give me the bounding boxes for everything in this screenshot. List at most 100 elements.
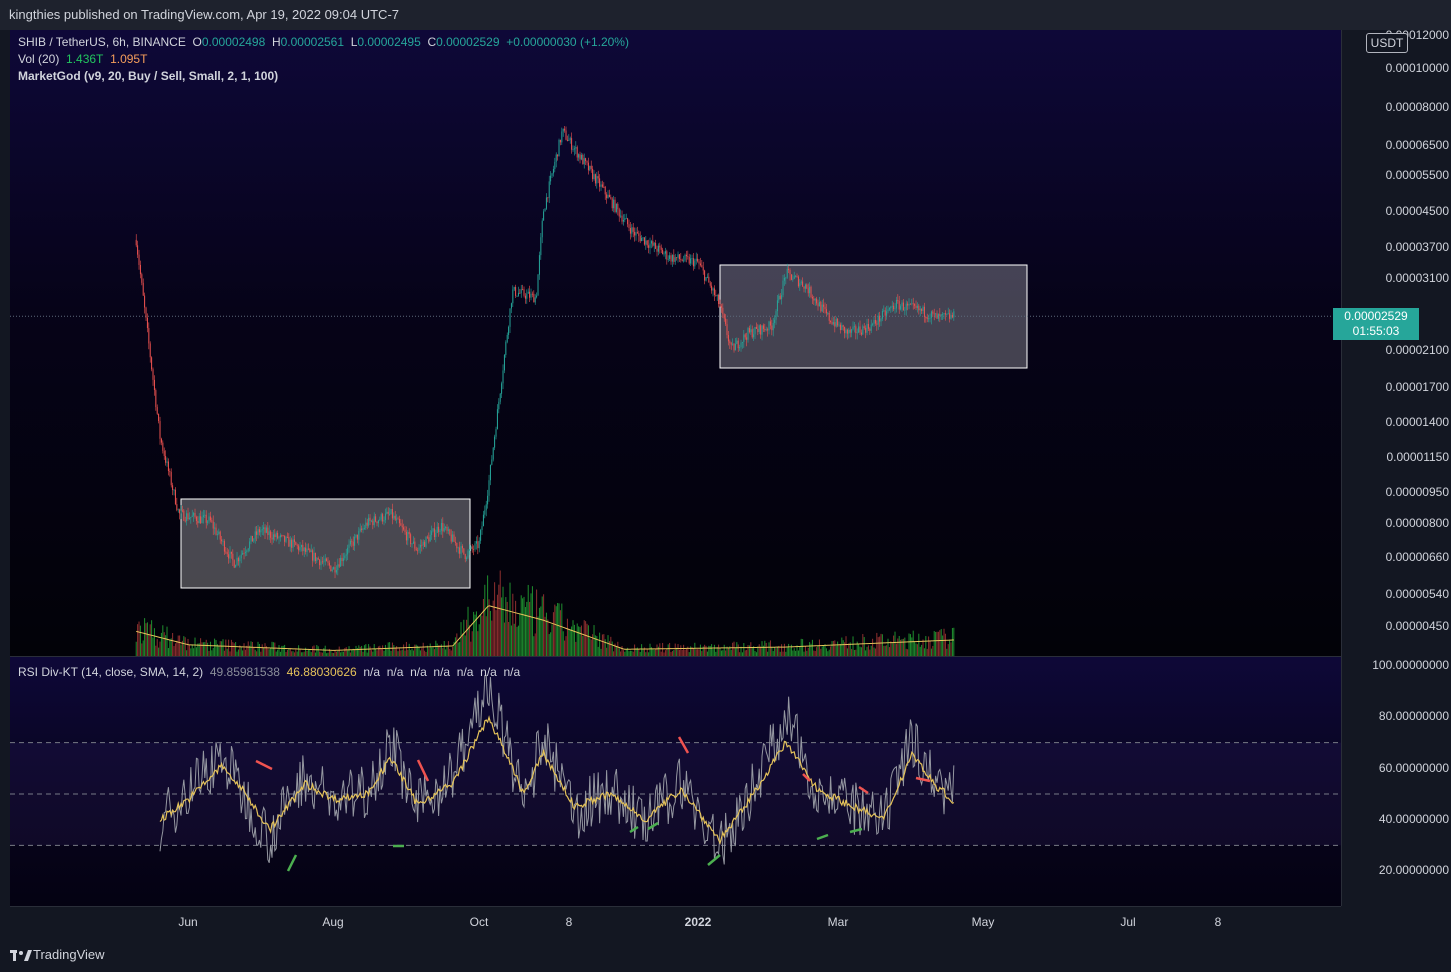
candle-body [436, 526, 438, 533]
volume-bar [411, 648, 413, 656]
candle-body [705, 277, 707, 281]
candle-body [916, 305, 918, 308]
volume-bar [776, 646, 778, 656]
volume-bar [674, 643, 676, 656]
volume-bar [359, 646, 361, 656]
candle-body [631, 227, 633, 234]
candle-body [144, 295, 146, 308]
candle-body [204, 514, 206, 516]
candle-body [585, 158, 587, 162]
volume-bar [579, 627, 581, 656]
candle-body [716, 294, 718, 296]
candle-body [555, 154, 557, 162]
volume-bar [205, 639, 207, 656]
candle-body [345, 554, 347, 556]
price-axis-label: 0.00000450 [1385, 619, 1449, 633]
volume-bar [145, 623, 147, 656]
currency-button[interactable]: USDT [1366, 33, 1408, 53]
volume-bar [393, 645, 395, 656]
volume-bar [547, 619, 549, 656]
candle-body [390, 509, 392, 514]
candle-body [387, 511, 389, 514]
candle-body [191, 515, 193, 517]
candle-body [509, 308, 511, 327]
candle-body [149, 343, 151, 358]
volume-bar [886, 645, 888, 656]
volume-bar [607, 635, 609, 656]
candle-body [422, 541, 424, 546]
volume-bar [747, 645, 749, 656]
candle-body [880, 318, 882, 322]
candle-body [573, 148, 575, 150]
candle-body [939, 314, 941, 316]
volume-bar [270, 648, 272, 656]
candle-body [900, 306, 902, 310]
candle-body [946, 313, 948, 315]
rsi-na: n/a [433, 665, 451, 679]
price-pane[interactable] [10, 30, 1341, 656]
candle-body [629, 227, 631, 234]
candle-body [813, 298, 815, 301]
volume-ma-value: 1.095T [110, 52, 148, 66]
volume-bar [313, 645, 315, 656]
candle-body [323, 561, 325, 563]
candle-body [460, 546, 462, 554]
candle-body [393, 515, 395, 519]
rsi-na: n/a [503, 665, 521, 679]
candle-body [935, 313, 937, 315]
volume-bar [783, 643, 785, 656]
volume-bar [468, 625, 470, 656]
price-chart-svg[interactable] [10, 30, 1341, 656]
candle-body [947, 313, 949, 315]
candle-body [298, 545, 300, 551]
volume-bar [922, 639, 924, 656]
volume-bar [564, 640, 566, 656]
candle-body [541, 220, 543, 238]
time-axis[interactable] [10, 906, 1341, 937]
volume-bar [846, 648, 848, 656]
volume-bar [800, 638, 802, 656]
candle-body [837, 318, 839, 326]
candle-body [635, 232, 637, 236]
candle-body [680, 259, 682, 260]
candle-body [319, 559, 321, 566]
volume-bar [484, 584, 486, 656]
volume-bar [774, 646, 776, 656]
close-value: 0.00002529 [436, 35, 500, 49]
close-label: C [427, 35, 437, 49]
volume-bar [195, 647, 197, 656]
volume-bar [764, 640, 766, 656]
rsi-chart-svg[interactable] [10, 657, 1341, 907]
volume-bar [156, 639, 158, 656]
time-axis-label: Oct [469, 915, 489, 929]
volume-bar [544, 616, 546, 656]
rsi-pane[interactable] [10, 656, 1341, 907]
volume-bar [172, 632, 174, 656]
volume-bar [919, 646, 921, 656]
candle-body [218, 531, 220, 535]
candle-body [296, 544, 298, 546]
volume-bar [824, 644, 826, 656]
volume-bar [491, 620, 493, 656]
volume-bar [274, 642, 276, 656]
candle-body [718, 294, 720, 305]
candle-body [620, 215, 622, 217]
candle-body [162, 442, 164, 451]
volume-bar [603, 634, 605, 656]
volume-bar [942, 635, 944, 656]
candle-body [671, 254, 673, 262]
volume-bar [382, 645, 384, 656]
candle-body [295, 542, 297, 545]
candle-body [771, 325, 773, 331]
candle-body [307, 548, 309, 550]
volume-bar [188, 645, 190, 656]
volume-bar [537, 616, 539, 656]
candle-body [519, 292, 521, 294]
candle-body [655, 242, 657, 249]
candle-body [522, 289, 524, 290]
candle-body [802, 281, 804, 287]
volume-bar [811, 639, 813, 656]
volume-bar [187, 638, 189, 656]
candle-body [562, 128, 564, 132]
candle-body [950, 315, 952, 319]
